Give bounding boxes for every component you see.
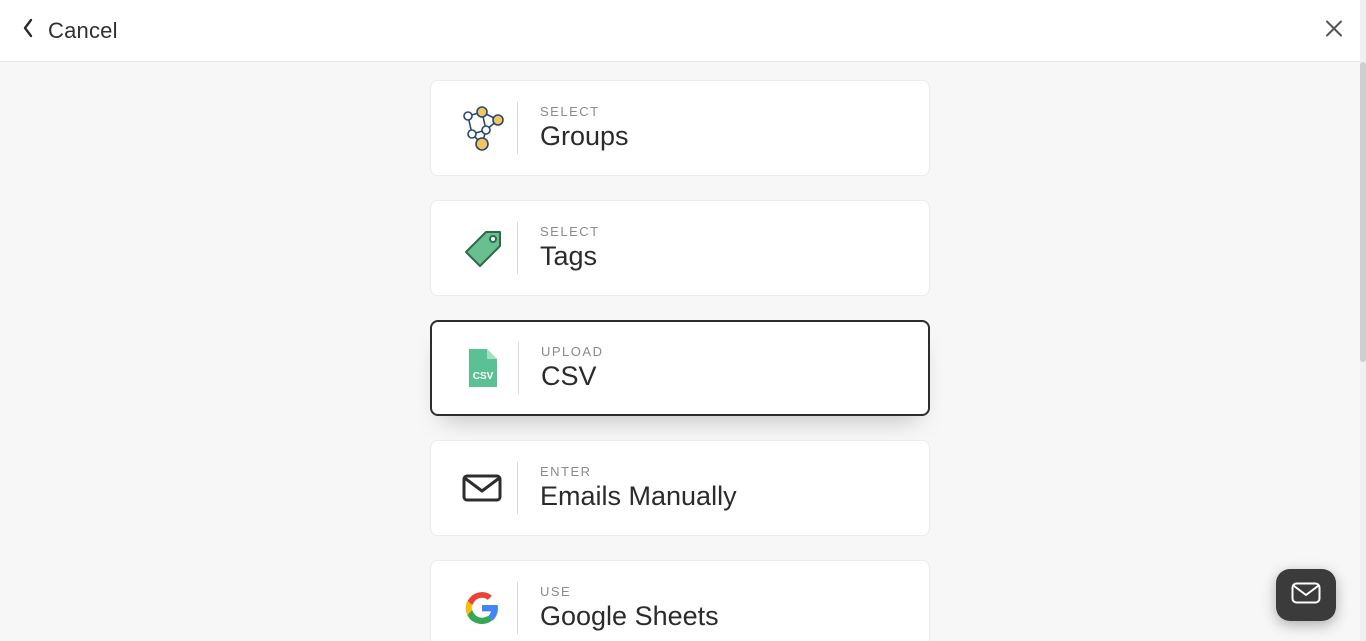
topbar: Cancel xyxy=(0,0,1366,62)
divider xyxy=(518,342,519,394)
option-title: Emails Manually xyxy=(540,481,737,512)
option-labels: UPLOAD CSV xyxy=(541,344,603,392)
divider xyxy=(517,582,518,634)
option-labels: SELECT Tags xyxy=(540,224,600,272)
option-csv[interactable]: CSV UPLOAD CSV xyxy=(430,320,930,416)
option-title: CSV xyxy=(541,361,603,392)
option-emails-manually[interactable]: ENTER Emails Manually xyxy=(430,440,930,536)
mail-icon xyxy=(455,461,509,515)
svg-text:CSV: CSV xyxy=(473,371,494,382)
options-list: SELECT Groups SELECT Tags xyxy=(430,80,930,641)
divider xyxy=(517,222,518,274)
option-google-sheets[interactable]: USE Google Sheets xyxy=(430,560,930,641)
mail-outline-icon xyxy=(1291,582,1321,609)
option-title: Google Sheets xyxy=(540,601,719,632)
scrollbar-thumb[interactable] xyxy=(1360,62,1366,362)
close-icon[interactable] xyxy=(1324,18,1344,43)
support-chat-button[interactable] xyxy=(1276,569,1336,621)
option-labels: USE Google Sheets xyxy=(540,584,719,632)
option-eyebrow: SELECT xyxy=(540,104,629,119)
option-labels: SELECT Groups xyxy=(540,104,629,152)
tag-icon xyxy=(455,221,509,275)
groups-network-icon xyxy=(455,101,509,155)
divider xyxy=(517,462,518,514)
csv-file-icon: CSV xyxy=(456,341,510,395)
option-eyebrow: UPLOAD xyxy=(541,344,603,359)
option-groups[interactable]: SELECT Groups xyxy=(430,80,930,176)
option-eyebrow: USE xyxy=(540,584,719,599)
option-eyebrow: SELECT xyxy=(540,224,600,239)
option-title: Tags xyxy=(540,241,600,272)
divider xyxy=(517,102,518,154)
google-logo-icon xyxy=(455,581,509,635)
options-scroll-area: SELECT Groups SELECT Tags xyxy=(0,62,1360,641)
cancel-label: Cancel xyxy=(48,18,118,44)
option-title: Groups xyxy=(540,121,629,152)
option-tags[interactable]: SELECT Tags xyxy=(430,200,930,296)
cancel-button[interactable]: Cancel xyxy=(22,18,118,44)
option-eyebrow: ENTER xyxy=(540,464,737,479)
chevron-left-icon xyxy=(22,18,34,43)
option-labels: ENTER Emails Manually xyxy=(540,464,737,512)
